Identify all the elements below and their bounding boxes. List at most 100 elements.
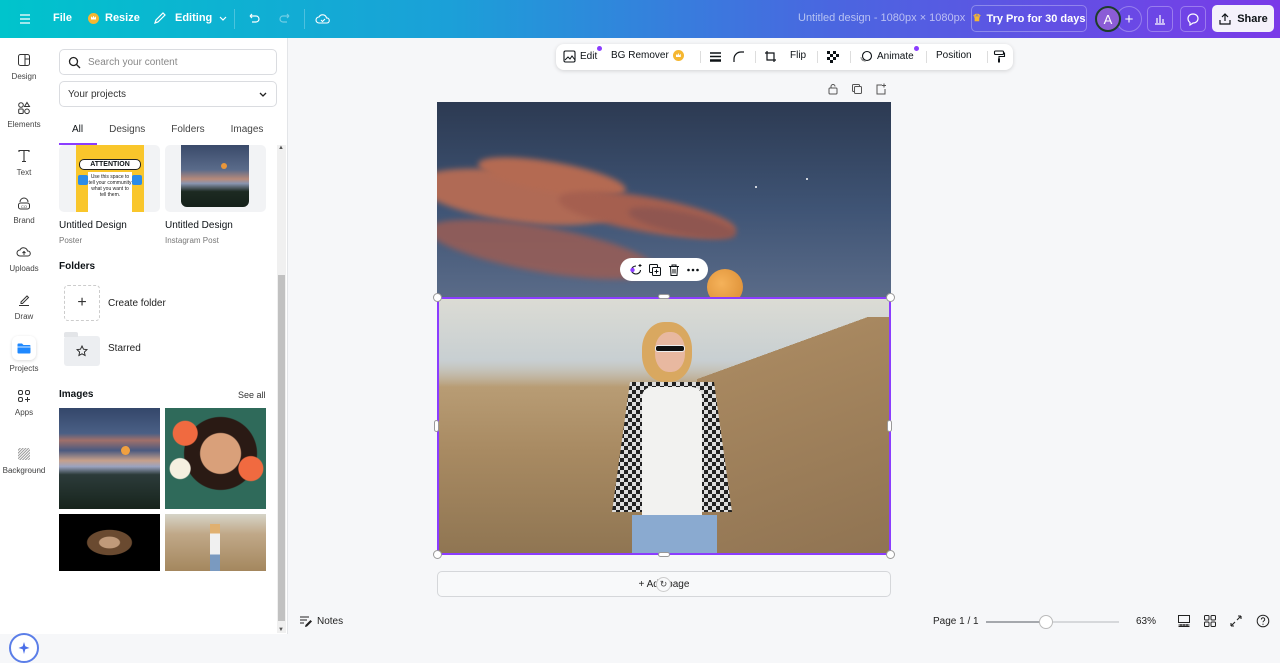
file-menu[interactable]: File — [53, 12, 72, 24]
resize-handle-bl[interactable] — [433, 550, 442, 559]
page-view-icon[interactable] — [1177, 614, 1191, 628]
comments-button[interactable] — [1180, 6, 1206, 32]
magic-assistant-button[interactable] — [9, 633, 39, 663]
avatar[interactable]: A — [1095, 6, 1121, 32]
resize-handle-left[interactable] — [434, 420, 439, 432]
duplicate-icon[interactable] — [648, 263, 662, 277]
bg-remover-button[interactable]: BG Remover — [611, 50, 684, 61]
resize-handle-right[interactable] — [887, 420, 892, 432]
copy-style-button[interactable] — [993, 50, 1006, 63]
document-title[interactable]: Untitled design - 1080px × 1080px — [798, 12, 965, 24]
notes-button[interactable]: Notes — [299, 615, 343, 628]
rail-item-projects[interactable]: Projects — [0, 336, 48, 373]
new-badge-dot — [597, 46, 602, 51]
add-page-icon[interactable] — [875, 83, 887, 95]
folder-icon — [64, 332, 100, 366]
menu-button[interactable] — [18, 12, 32, 26]
zoom-slider-knob[interactable] — [1038, 615, 1053, 629]
design-card-poster[interactable]: ATTENTION Use this space to tell your co… — [59, 145, 160, 212]
page-indicator[interactable]: Page 1 / 1 — [933, 616, 979, 627]
rail-item-draw[interactable]: Draw — [0, 292, 48, 321]
search-input[interactable]: Search your content — [59, 49, 277, 75]
corner-rounding-button[interactable] — [732, 50, 745, 63]
resize-handle-top[interactable] — [658, 294, 670, 299]
hamburger-icon — [20, 14, 30, 24]
border-style-button[interactable] — [709, 50, 722, 63]
flip-button[interactable]: Flip — [790, 50, 806, 61]
transparency-icon — [827, 51, 839, 63]
zoom-slider[interactable] — [986, 615, 1119, 629]
projects-select[interactable]: Your projects — [59, 81, 277, 107]
help-icon[interactable] — [1256, 614, 1270, 628]
scrollbar-thumb[interactable] — [278, 275, 285, 621]
redo-button[interactable] — [277, 11, 293, 27]
plus-icon: + — [64, 285, 100, 321]
try-pro-button[interactable]: ♛ Try Pro for 30 days — [971, 5, 1087, 32]
apps-icon — [18, 390, 30, 402]
animate-button[interactable]: Animate — [859, 50, 914, 63]
rotate-handle[interactable]: ↻ — [656, 577, 671, 592]
design-card-instagram[interactable] — [165, 145, 266, 212]
panel-scrollbar[interactable]: ▲ ▼ — [277, 145, 286, 633]
tab-folders[interactable]: Folders — [171, 118, 204, 146]
notes-icon — [300, 616, 312, 627]
insights-button[interactable] — [1147, 6, 1173, 32]
rail-item-design[interactable]: Design — [0, 52, 48, 81]
resize-handle-bottom[interactable] — [658, 552, 670, 557]
resize-handle-tr[interactable] — [886, 293, 895, 302]
design-title[interactable]: Untitled Design — [165, 220, 233, 231]
position-button[interactable]: Position — [936, 50, 972, 61]
share-button[interactable]: Share — [1212, 5, 1274, 32]
tab-designs[interactable]: Designs — [109, 118, 145, 146]
rail-item-apps[interactable]: Apps — [0, 388, 48, 417]
star-shape — [755, 186, 757, 188]
divider — [850, 51, 851, 63]
selection-box[interactable] — [437, 297, 891, 555]
grid-view-icon[interactable] — [1203, 614, 1217, 628]
instagram-thumbnail — [181, 145, 249, 207]
folder-starred[interactable]: Starred — [64, 330, 141, 366]
tab-images[interactable]: Images — [231, 118, 264, 146]
lock-icon[interactable] — [827, 83, 839, 95]
divider — [755, 51, 756, 63]
undo-button[interactable] — [246, 11, 262, 27]
brand-icon: CO — [18, 197, 30, 210]
design-title[interactable]: Untitled Design — [59, 220, 127, 231]
more-icon[interactable] — [686, 263, 700, 277]
magic-edit-icon[interactable] — [629, 263, 643, 277]
create-folder-button[interactable]: + Create folder — [64, 285, 166, 321]
resize-handle-br[interactable] — [886, 550, 895, 559]
zoom-value[interactable]: 63% — [1136, 616, 1156, 627]
image-woman-hillside[interactable] — [165, 514, 266, 571]
image-woman-flowers[interactable] — [165, 408, 266, 509]
see-all-link[interactable]: See all — [238, 390, 266, 400]
trash-icon[interactable] — [667, 263, 681, 277]
poster-body: Use this space to tell your community wh… — [88, 172, 132, 212]
figure-shape — [210, 524, 220, 571]
fullscreen-icon[interactable] — [1229, 614, 1243, 628]
resize-handle-tl[interactable] — [433, 293, 442, 302]
rail-item-brand[interactable]: CO Brand — [0, 196, 48, 225]
rail-item-text[interactable]: Text — [0, 148, 48, 177]
crop-button[interactable] — [764, 50, 777, 63]
editing-mode-dropdown[interactable]: Editing — [153, 11, 228, 25]
divider — [234, 9, 235, 29]
rail-item-background[interactable]: Background — [0, 446, 48, 475]
tab-all[interactable]: All — [72, 118, 83, 146]
image-girl-portrait[interactable] — [59, 514, 160, 571]
resize-button[interactable]: Resize — [88, 12, 140, 24]
animate-icon — [860, 50, 873, 62]
transparency-button[interactable] — [826, 50, 839, 63]
edit-button[interactable]: Edit — [563, 50, 597, 63]
undo-icon — [249, 13, 260, 23]
folder-icon — [17, 343, 31, 354]
rail-item-elements[interactable]: Elements — [0, 100, 48, 129]
scroll-up-icon[interactable]: ▲ — [278, 145, 284, 151]
folders-heading: Folders — [59, 261, 96, 272]
cloud-upload-icon — [16, 247, 31, 257]
rail-item-uploads[interactable]: Uploads — [0, 244, 48, 273]
save-status-button[interactable] — [315, 11, 331, 27]
duplicate-page-icon[interactable] — [851, 83, 863, 95]
image-mountain-moon[interactable] — [59, 408, 160, 509]
scroll-down-icon[interactable]: ▼ — [278, 627, 284, 633]
